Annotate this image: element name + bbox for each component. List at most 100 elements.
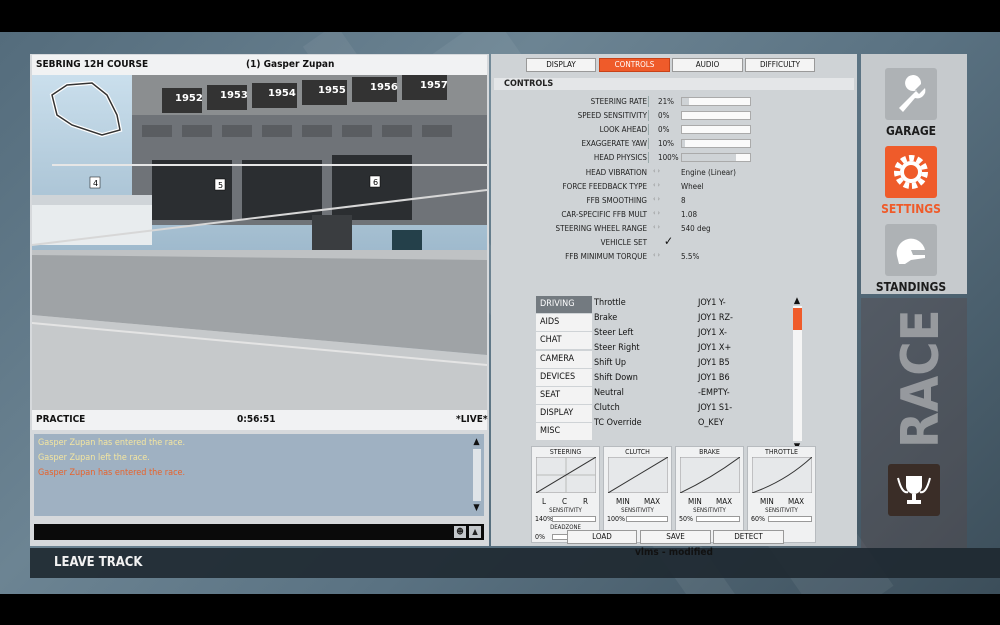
category-driving[interactable]: DRIVING (536, 296, 592, 313)
setting-row[interactable]: FFB MINIMUM TORQUE ‹ › 5.5% (491, 250, 857, 263)
arrows-icon[interactable]: ‹ › (653, 251, 660, 259)
check-icon[interactable]: ✓ (664, 234, 673, 248)
settings-button[interactable] (885, 146, 937, 198)
binding-row[interactable]: Shift Down JOY1 B6 (594, 371, 794, 386)
lock-icon[interactable]: ▲ (469, 526, 481, 538)
setting-slider[interactable] (681, 97, 751, 106)
binding-row[interactable]: Brake JOY1 RZ- (594, 311, 794, 326)
category-aids[interactable]: AIDS (536, 314, 592, 332)
curve-graph (680, 457, 740, 493)
setting-row[interactable]: CAR-SPECIFIC FFB MULT ‹ › 1.08 (491, 208, 857, 221)
setting-slider[interactable] (681, 111, 751, 120)
binding-key: JOY1 X- (698, 328, 727, 338)
setting-row[interactable]: FORCE FEEDBACK TYPE ‹ › Wheel (491, 180, 857, 193)
setting-row[interactable]: FFB SMOOTHING ‹ › 8 (491, 194, 857, 207)
sensitivity-slider[interactable] (696, 516, 740, 522)
curve-max[interactable]: MAX (644, 497, 660, 506)
setting-slider[interactable] (681, 153, 751, 162)
curve-r[interactable]: R (583, 497, 588, 506)
chat-log: Gasper Zupan has entered the race. Gaspe… (34, 434, 484, 516)
binding-action: TC Override (594, 418, 642, 428)
scroll-track[interactable] (473, 449, 481, 501)
scroll-down-icon[interactable]: ▼ (471, 503, 482, 514)
binding-scrollbar[interactable]: ▲ ▼ (791, 296, 803, 454)
binding-action: Steer Left (594, 328, 634, 338)
setting-row[interactable]: LOOK AHEAD 0% (491, 123, 857, 136)
binding-row[interactable]: Steer Right JOY1 X+ (594, 341, 794, 356)
arrows-icon[interactable]: ‹ › (653, 181, 660, 189)
setting-row[interactable]: EXAGGERATE YAW 10% (491, 137, 857, 150)
setting-row[interactable]: VEHICLE SET ✓ (491, 234, 857, 249)
detect-button[interactable]: DETECT (713, 530, 784, 544)
binding-key: JOY1 B5 (698, 358, 730, 368)
arrows-icon[interactable]: ‹ › (653, 209, 660, 217)
setting-label: EXAGGERATE YAW (581, 139, 647, 148)
binding-action: Steer Right (594, 343, 640, 353)
binding-row[interactable]: Shift Up JOY1 B5 (594, 356, 794, 371)
curve-max[interactable]: MAX (788, 497, 804, 506)
arrows-icon[interactable]: ‹ › (653, 195, 660, 203)
binding-action: Clutch (594, 403, 620, 413)
sensitivity-slider[interactable] (552, 516, 596, 522)
sensitivity-slider[interactable] (768, 516, 812, 522)
curve-max[interactable]: MAX (716, 497, 732, 506)
race-section[interactable]: RACE (861, 298, 967, 548)
settings-label[interactable]: SETTINGS (861, 202, 961, 216)
separator (648, 152, 649, 163)
setting-slider[interactable] (681, 139, 751, 148)
binding-row[interactable]: Clutch JOY1 S1- (594, 401, 794, 416)
load-button[interactable]: LOAD (567, 530, 637, 544)
garage-button[interactable] (885, 68, 937, 120)
category-chat[interactable]: CHAT (536, 332, 592, 350)
driver-label[interactable]: (1) Gasper Zupan (246, 59, 334, 70)
curve-c[interactable]: C (562, 497, 567, 506)
category-camera[interactable]: CAMERA (536, 350, 592, 368)
leave-track-button[interactable]: LEAVE TRACK (54, 555, 142, 570)
scroll-up-icon[interactable]: ▲ (791, 296, 803, 306)
binding-row[interactable]: Neutral -EMPTY- (594, 386, 794, 401)
race-button[interactable] (888, 464, 940, 516)
binding-row[interactable]: Throttle JOY1 Y- (594, 296, 794, 311)
standings-label[interactable]: STANDINGS (861, 280, 961, 294)
garage-number: 4 (93, 179, 98, 188)
curve-min[interactable]: MIN (760, 497, 774, 506)
tab-difficulty[interactable]: DIFFICULTY (745, 58, 815, 72)
category-devices[interactable]: DEVICES (536, 368, 592, 386)
emote-icon[interactable]: ☻ (454, 526, 466, 538)
setting-row[interactable]: STEERING WHEEL RANGE ‹ › 540 deg (491, 222, 857, 235)
scroll-thumb[interactable] (793, 308, 802, 330)
curve-min[interactable]: MIN (616, 497, 630, 506)
binding-row[interactable]: TC Override O_KEY (594, 416, 794, 431)
sensitivity-slider[interactable] (626, 516, 668, 522)
setting-label: SPEED SENSITIVITY (577, 111, 647, 120)
deadzone-value: 0% (535, 533, 545, 541)
setting-slider[interactable] (681, 125, 751, 134)
binding-action: Brake (594, 313, 618, 323)
category-misc[interactable]: MISC (536, 423, 592, 441)
arrows-icon[interactable]: ‹ › (653, 223, 660, 231)
banner-year: 1953 (220, 90, 248, 101)
curve-l[interactable]: L (542, 497, 546, 506)
tab-display[interactable]: DISPLAY (526, 58, 596, 72)
chat-input[interactable]: ☻ ▲ (34, 524, 484, 540)
setting-row[interactable]: SPEED SENSITIVITY 0% (491, 109, 857, 122)
setting-row[interactable]: STEERING RATE 21% (491, 95, 857, 108)
category-seat[interactable]: SEAT (536, 386, 592, 404)
save-button[interactable]: SAVE (640, 530, 711, 544)
standings-button[interactable] (885, 224, 937, 276)
section-title: CONTROLS (494, 78, 854, 90)
curve-min[interactable]: MIN (688, 497, 702, 506)
scroll-up-icon[interactable]: ▲ (471, 437, 482, 448)
chat-scrollbar[interactable]: ▲ ▼ (471, 437, 482, 513)
category-display[interactable]: DISPLAY (536, 405, 592, 423)
setting-row[interactable]: HEAD PHYSICS 100% (491, 151, 857, 164)
setting-row[interactable]: HEAD VIBRATION ‹ › Engine (Linear) (491, 166, 857, 179)
tab-audio[interactable]: AUDIO (672, 58, 743, 72)
tab-controls[interactable]: CONTROLS (599, 58, 670, 72)
garage-label[interactable]: GARAGE (861, 124, 961, 138)
main-nav: GARAGE SETTINGS STANDINGS (861, 54, 967, 294)
settings-panel: DISPLAY CONTROLS AUDIO DIFFICULTY CONTRO… (491, 54, 857, 558)
helmet-icon (896, 238, 925, 264)
arrows-icon[interactable]: ‹ › (653, 167, 660, 175)
binding-row[interactable]: Steer Left JOY1 X- (594, 326, 794, 341)
